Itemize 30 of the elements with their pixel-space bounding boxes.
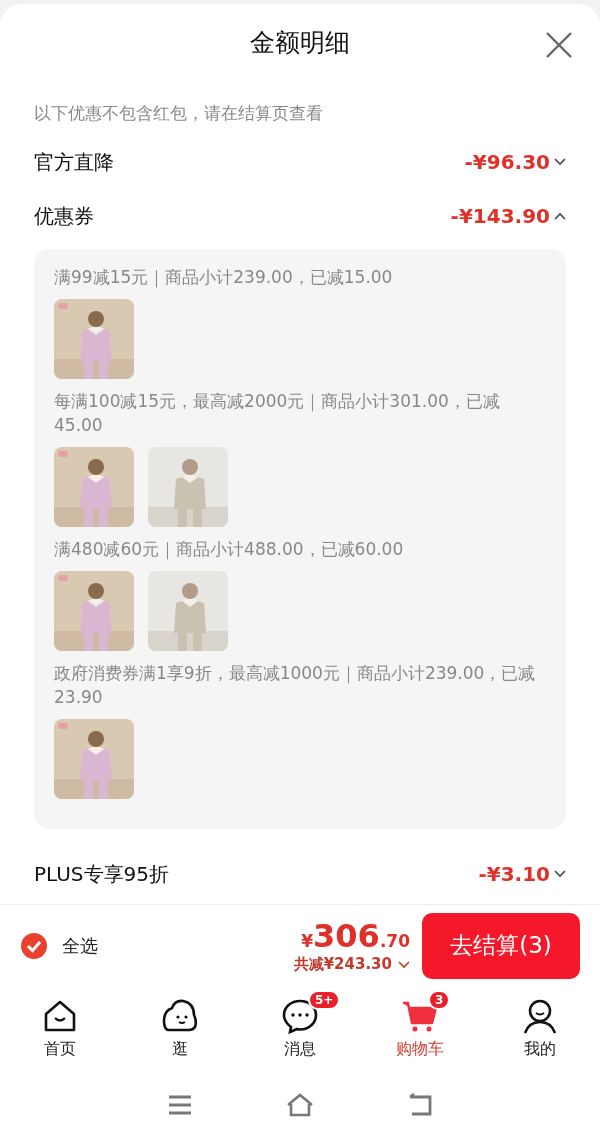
tab-item[interactable]: 我的 bbox=[480, 986, 600, 1070]
discount-amount: -¥96.30 bbox=[464, 150, 550, 174]
coupon-text: 满480减60元｜商品小计488.00，已减60.00 bbox=[54, 538, 405, 561]
coupon-text: 政府消费券满1享9折，最高减1000元｜商品小计239.00，已减23.90 bbox=[54, 662, 537, 709]
checkout-button[interactable]: 去结算(3) bbox=[422, 912, 580, 979]
home-icon[interactable] bbox=[286, 1091, 314, 1118]
checkbox-checked-icon[interactable] bbox=[20, 931, 48, 960]
coupon-text: 每满100减15元，最高减2000元｜商品小计301.00，已减45.00 bbox=[54, 390, 501, 437]
tab-item[interactable]: 购物车 3 bbox=[360, 986, 480, 1070]
discount-label: 优惠券 bbox=[34, 202, 94, 230]
chevron-down-icon[interactable] bbox=[554, 158, 566, 166]
coupon-text: 满99减15元｜商品小计239.00，已减15.00 bbox=[54, 266, 394, 289]
chevron-up-icon[interactable] bbox=[554, 212, 566, 220]
sheet-title: 金额明细 bbox=[250, 26, 350, 59]
total-price: ¥306.70 bbox=[301, 917, 410, 955]
close-icon[interactable] bbox=[544, 30, 574, 60]
notice-text: 以下优惠不包含红包，请在结算页查看 bbox=[34, 102, 324, 125]
discount-label: 官方直降 bbox=[34, 148, 114, 176]
discount-amount: -¥143.90 bbox=[450, 204, 550, 228]
chevron-down-icon[interactable] bbox=[398, 960, 410, 969]
discount-amount: -¥3.10 bbox=[478, 862, 550, 886]
discount-label: PLUS专享95折 bbox=[34, 860, 169, 888]
select-all-label: 全选 bbox=[62, 933, 98, 958]
tab-item[interactable]: 逛 bbox=[120, 986, 240, 1070]
savings-text: 共减¥243.30 bbox=[293, 955, 392, 974]
tab-item[interactable]: 首页 bbox=[0, 986, 120, 1070]
count-badge: 5+ bbox=[308, 990, 341, 1010]
chevron-down-icon[interactable] bbox=[554, 870, 566, 878]
count-badge: 3 bbox=[428, 990, 451, 1010]
tab-item[interactable]: 消息 5+ bbox=[240, 986, 360, 1070]
